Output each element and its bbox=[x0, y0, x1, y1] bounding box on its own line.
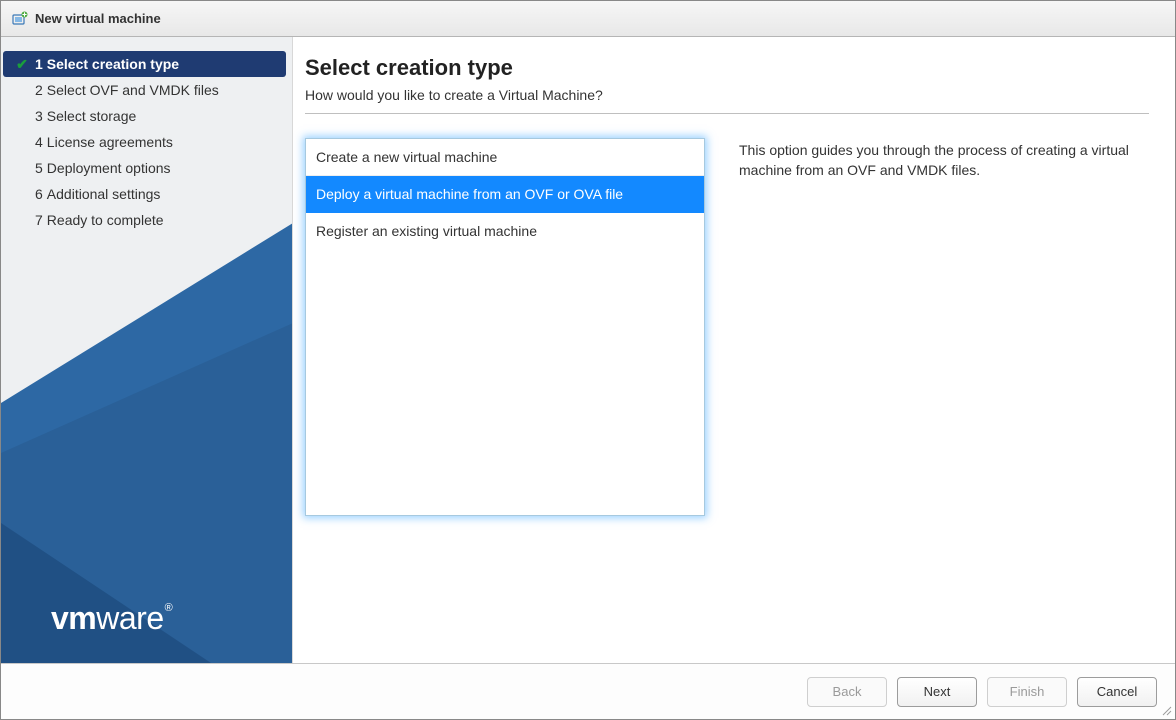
option-create-new-vm[interactable]: Create a new virtual machine bbox=[306, 139, 704, 176]
check-icon: ✔ bbox=[13, 56, 31, 73]
step-label: Select storage bbox=[47, 108, 137, 124]
sidebar-decor bbox=[1, 193, 293, 663]
next-button[interactable]: Next bbox=[897, 677, 977, 707]
page-title: Select creation type bbox=[305, 55, 1149, 81]
option-register-existing-vm[interactable]: Register an existing virtual machine bbox=[306, 213, 704, 249]
creation-type-list[interactable]: Create a new virtual machine Deploy a vi… bbox=[305, 138, 705, 516]
step-additional-settings[interactable]: ✔ 6Additional settings bbox=[3, 181, 286, 207]
wizard-sidebar: ✔ 1Select creation type ✔ 2Select OVF an… bbox=[1, 37, 293, 663]
step-select-storage[interactable]: ✔ 3Select storage bbox=[3, 103, 286, 129]
step-label: Additional settings bbox=[47, 186, 161, 202]
step-select-creation-type[interactable]: ✔ 1Select creation type bbox=[3, 51, 286, 77]
wizard-main: Select creation type How would you like … bbox=[293, 37, 1175, 663]
step-select-ovf-vmdk[interactable]: ✔ 2Select OVF and VMDK files bbox=[3, 77, 286, 103]
option-description: This option guides you through the proce… bbox=[739, 138, 1149, 516]
dialog-body: ✔ 1Select creation type ✔ 2Select OVF an… bbox=[1, 37, 1175, 663]
step-label: Select OVF and VMDK files bbox=[47, 82, 219, 98]
option-deploy-ovf-ova[interactable]: Deploy a virtual machine from an OVF or … bbox=[306, 176, 704, 213]
cancel-button[interactable]: Cancel bbox=[1077, 677, 1157, 707]
content-row: Create a new virtual machine Deploy a vi… bbox=[305, 138, 1149, 516]
step-ready-to-complete[interactable]: ✔ 7Ready to complete bbox=[3, 207, 286, 233]
page-subtitle: How would you like to create a Virtual M… bbox=[305, 87, 1149, 114]
wizard-dialog: New virtual machine ✔ 1Select creation t… bbox=[0, 0, 1176, 720]
step-license-agreements[interactable]: ✔ 4License agreements bbox=[3, 129, 286, 155]
step-label: Ready to complete bbox=[47, 212, 164, 228]
step-label: Deployment options bbox=[47, 160, 171, 176]
step-label: Select creation type bbox=[47, 56, 179, 72]
step-label: License agreements bbox=[47, 134, 173, 150]
titlebar: New virtual machine bbox=[1, 1, 1175, 37]
step-list: ✔ 1Select creation type ✔ 2Select OVF an… bbox=[1, 37, 292, 233]
step-deployment-options[interactable]: ✔ 5Deployment options bbox=[3, 155, 286, 181]
vm-add-icon bbox=[11, 10, 29, 28]
window-title: New virtual machine bbox=[35, 11, 161, 26]
back-button[interactable]: Back bbox=[807, 677, 887, 707]
wizard-footer: Back Next Finish Cancel bbox=[1, 663, 1175, 719]
vmware-logo: vmware® bbox=[51, 600, 171, 637]
finish-button[interactable]: Finish bbox=[987, 677, 1067, 707]
